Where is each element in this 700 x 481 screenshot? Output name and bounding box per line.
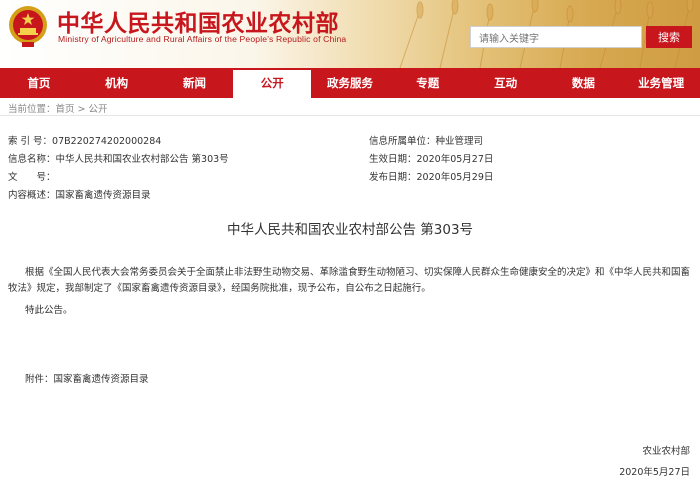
meta-published-label: 发布日期： [369,172,417,183]
nav-item-home[interactable]: 首页 [0,68,78,98]
meta-created: 生效日期：2020年05月27日 [369,151,493,165]
site-header: 中华人民共和国农业农村部 Ministry of Agriculture and… [0,0,700,68]
article-date: 2020年5月27日 [619,467,690,478]
meta-name-label: 信息名称： [8,154,56,165]
breadcrumb-prefix: 当前位置： [8,104,56,115]
nav-item-data[interactable]: 数据 [544,68,622,98]
meta-published-value: 2020年05月29日 [416,172,494,183]
search-button[interactable]: 搜索 [646,26,692,48]
main-nav: 首页 机构 新闻 公开 政务服务 专题 互动 数据 业务管理 [0,68,700,98]
search-input[interactable] [471,29,639,50]
meta-name: 信息名称：中华人民共和国农业农村部公告 第303号 [8,151,229,165]
meta-summary: 内容概述：国家畜禽遗传资源目录 [8,187,151,201]
meta-index-value: 07B220274202000284 [52,136,162,147]
meta-category-label: 信息所属单位： [369,136,436,147]
meta-category-value: 种业管理司 [435,136,484,147]
meta-category: 信息所属单位：种业管理司 [369,133,483,147]
article-closing: 特此公告。 [25,305,73,316]
meta-summary-label: 内容概述： [8,190,56,201]
national-emblem-icon [9,6,47,47]
divider [0,115,700,116]
meta-index: 索 引 号：07B220274202000284 [8,133,161,147]
meta-summary-value: 国家畜禽遗传资源目录 [55,190,151,201]
article-signer: 农业农村部 [642,446,690,457]
search-box [470,26,642,50]
breadcrumb-home-link[interactable]: 首页 [56,104,75,115]
nav-item-services[interactable]: 政务服务 [311,68,389,98]
nav-item-topics[interactable]: 专题 [389,68,467,98]
site-subtitle: Ministry of Agriculture and Rural Affair… [58,34,347,44]
meta-created-label: 生效日期： [369,154,417,165]
meta-name-value: 中华人民共和国农业农村部公告 第303号 [55,154,229,165]
article-paragraph: 根据《全国人民代表大会常务委员会关于全面禁止非法野生动物交易、革除滥食野生动物陋… [8,267,691,294]
meta-index-label: 索 引 号： [8,136,53,147]
breadcrumb-separator: > [74,104,89,115]
breadcrumb: 当前位置：首页 > 公开 [8,101,108,115]
site-title: 中华人民共和国农业农村部 [57,10,339,37]
nav-item-public[interactable]: 公开 [233,70,312,98]
nav-item-interaction[interactable]: 互动 [467,68,545,98]
meta-doc-label: 文 号： [8,172,56,183]
nav-item-news[interactable]: 新闻 [156,68,234,98]
meta-doc-number: 文 号： [8,169,56,183]
nav-item-institutions[interactable]: 机构 [78,68,156,98]
meta-published: 发布日期：2020年05月29日 [369,169,493,183]
breadcrumb-current-link[interactable]: 公开 [89,104,108,115]
article-title: 中华人民共和国农业农村部公告 第303号 [226,222,474,238]
nav-item-business[interactable]: 业务管理 [622,68,700,98]
article-attachment-link[interactable]: 附件：国家畜禽遗传资源目录 [25,372,149,388]
meta-created-value: 2020年05月27日 [416,154,494,165]
